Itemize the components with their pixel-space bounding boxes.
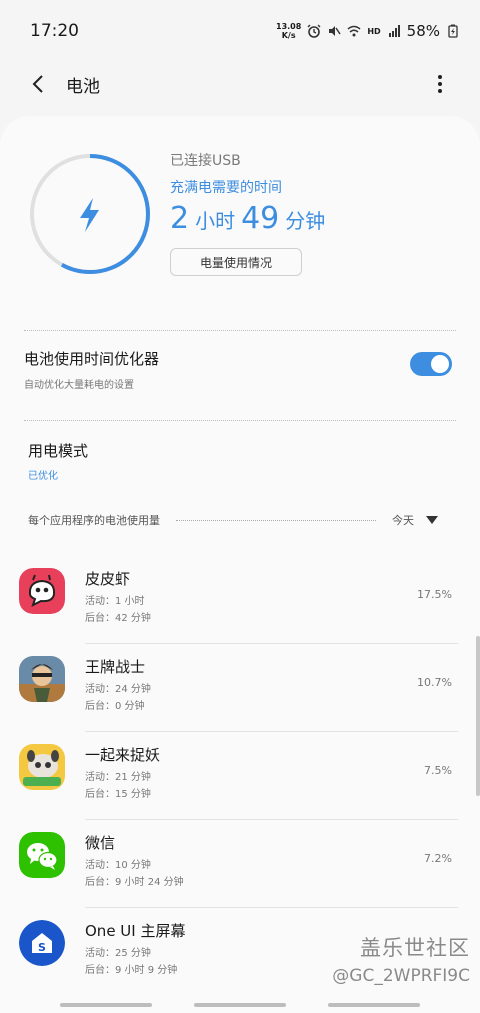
app-background-time: 后台：42 分钟	[85, 613, 151, 624]
back-arrow-icon	[32, 75, 43, 93]
connection-status: 已连接USB	[170, 153, 241, 169]
minutes-unit: 分钟	[285, 209, 326, 233]
app-background-time: 后台：0 分钟	[85, 701, 145, 712]
app-percent: 7.5%	[424, 764, 452, 777]
battery-charging-icon	[448, 24, 458, 38]
app-background-time: 后台：9 小时 9 分钟	[85, 965, 178, 976]
app-background-time: 后台：15 分钟	[85, 789, 151, 800]
svg-text:S: S	[38, 941, 46, 954]
battery-percent: 58%	[406, 22, 440, 40]
power-mode-value: 已优化	[28, 471, 58, 482]
status-icons: 13.08 K/s HD 58%	[276, 22, 460, 40]
wifi-icon	[347, 25, 361, 37]
battery-ring	[28, 152, 152, 276]
optimizer-row[interactable]: 电池使用时间优化器 自动优化大量耗电的设置	[24, 348, 456, 391]
back-button[interactable]	[18, 64, 58, 104]
more-vertical-icon	[438, 75, 442, 93]
app-name: 皮皮虾	[85, 570, 131, 588]
hours-unit: 小时	[195, 209, 236, 233]
optimizer-toggle[interactable]	[410, 352, 452, 376]
app-percent: 17.5%	[417, 588, 452, 601]
app-active-time: 活动：1 小时	[85, 596, 145, 607]
nav-home-hint[interactable]	[194, 1003, 286, 1007]
charging-bolt-icon	[80, 198, 99, 232]
full-charge-label: 充满电需要的时间	[170, 180, 282, 196]
net-speed-value: 13.08	[276, 22, 302, 31]
oneui-home-icon: S	[19, 920, 65, 966]
app-percent: 7.2%	[424, 852, 452, 865]
app-active-time: 活动：25 分钟	[85, 948, 151, 959]
full-charge-time: 2 小时 49 分钟	[170, 201, 325, 236]
optimizer-desc: 自动优化大量耗电的设置	[24, 380, 134, 391]
app-percent: 10.7%	[417, 676, 452, 689]
app-header: 电池	[0, 62, 480, 106]
mute-icon	[329, 26, 341, 36]
charge-info: 已连接USB 充满电需要的时间 2 小时 49 分钟 电量使用情况	[170, 150, 325, 276]
alarm-icon	[307, 24, 321, 38]
app-usage-title: 每个应用程序的电池使用量	[28, 514, 160, 527]
divider	[24, 420, 456, 421]
app-active-time: 活动：24 分钟	[85, 684, 151, 695]
net-speed: 13.08 K/s	[276, 22, 301, 40]
power-mode-title: 用电模式	[28, 442, 89, 460]
list-item[interactable]: 王牌战士 活动：24 分钟 后台：0 分钟 10.7%	[0, 644, 480, 732]
app-name: 微信	[85, 834, 116, 852]
watermark-id: @GC_2WPRFI9C	[332, 966, 470, 986]
status-bar: 17:20 13.08 K/s HD 58%	[0, 0, 480, 62]
app-active-time: 活动：21 分钟	[85, 772, 151, 783]
period-selector[interactable]: 今天	[392, 512, 414, 528]
optimizer-title: 电池使用时间优化器	[24, 350, 160, 368]
app-usage-header: 每个应用程序的电池使用量 今天	[28, 512, 438, 528]
watermark-title: 盖乐世社区	[360, 936, 470, 960]
page-title: 电池	[66, 76, 100, 97]
leader-dots	[176, 519, 376, 521]
app-name: One UI 主屏幕	[85, 922, 186, 940]
battery-usage-button[interactable]: 电量使用情况	[170, 248, 302, 276]
app-name: 一起来捉妖	[85, 746, 161, 764]
battery-card: 已连接USB 充满电需要的时间 2 小时 49 分钟 电量使用情况 电池使用时间…	[0, 116, 480, 1013]
list-item[interactable]: 一起来捉妖 活动：21 分钟 后台：15 分钟 7.5%	[0, 732, 480, 820]
more-options-button[interactable]	[420, 64, 460, 104]
wangpai-icon	[19, 656, 65, 702]
app-active-time: 活动：10 分钟	[85, 860, 151, 871]
net-speed-unit: K/s	[281, 31, 296, 40]
zhuoyao-icon	[19, 744, 65, 790]
list-item[interactable]: 皮皮虾 活动：1 小时 后台：42 分钟 17.5%	[0, 556, 480, 644]
power-mode-row[interactable]: 用电模式 已优化	[28, 440, 88, 482]
list-item[interactable]: 微信 活动：10 分钟 后台：9 小时 24 分钟 7.2%	[0, 820, 480, 908]
minutes-value: 49	[241, 201, 280, 236]
gesture-nav-bar	[0, 1000, 480, 1013]
divider	[24, 330, 456, 331]
nav-back-hint[interactable]	[328, 1003, 420, 1007]
nav-recents-hint[interactable]	[60, 1003, 152, 1007]
app-background-time: 后台：9 小时 24 分钟	[85, 877, 184, 888]
app-name: 王牌战士	[85, 658, 146, 676]
dropdown-arrow-icon[interactable]	[426, 516, 438, 524]
hd-label: HD	[367, 26, 381, 36]
signal-icon	[388, 25, 400, 37]
app-list: 皮皮虾 活动：1 小时 后台：42 分钟 17.5% 王牌战士 活动：24 分钟…	[0, 556, 480, 996]
hours-value: 2	[170, 201, 190, 236]
pipixia-icon	[19, 568, 65, 614]
scrollbar[interactable]	[476, 636, 480, 796]
wechat-icon	[19, 832, 65, 878]
toggle-knob	[429, 353, 451, 375]
status-time: 17:20	[30, 21, 79, 41]
battery-ring-svg	[30, 154, 150, 274]
